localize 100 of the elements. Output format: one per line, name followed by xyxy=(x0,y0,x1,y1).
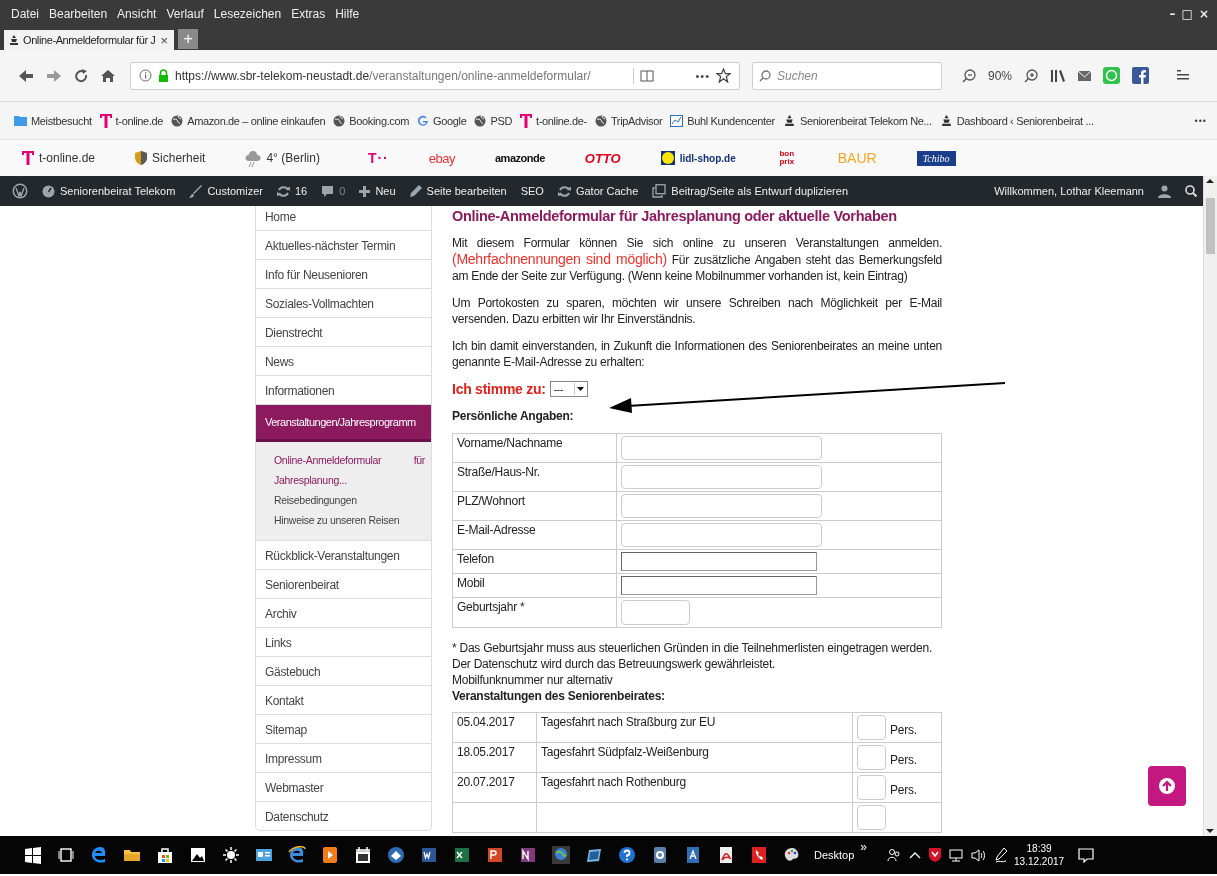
people-icon[interactable] xyxy=(887,848,902,862)
bookmark-link[interactable]: Amazon.de – online einkaufen xyxy=(171,114,326,127)
browser-icon[interactable] xyxy=(287,846,306,864)
calendar-icon[interactable] xyxy=(353,846,372,864)
globe-icon[interactable] xyxy=(551,846,570,864)
presentation-icon[interactable] xyxy=(485,846,504,864)
notification-icon[interactable] xyxy=(1078,847,1095,863)
browser-icon[interactable] xyxy=(89,846,108,864)
menu-item[interactable]: Hilfe xyxy=(330,7,365,21)
shield-icon[interactable] xyxy=(929,848,942,862)
menu-item[interactable]: Datei xyxy=(6,7,44,21)
submenu-link[interactable]: Reisebedingungen xyxy=(274,490,401,510)
spreadsheet-icon[interactable] xyxy=(452,846,471,864)
quick-link[interactable]: amazonde xyxy=(495,152,545,164)
bookmark-link[interactable]: Google xyxy=(417,114,467,127)
quick-link[interactable]: OTTO xyxy=(584,150,621,166)
search-icon[interactable] xyxy=(1185,185,1197,197)
menu-link[interactable]: Info für Neusenioren xyxy=(256,260,431,289)
library-icon[interactable] xyxy=(1050,68,1067,83)
bookmark-link[interactable]: TripAdvisor xyxy=(594,114,663,127)
forward-icon[interactable] xyxy=(46,68,62,83)
menu-link[interactable]: Datenschutz xyxy=(256,802,431,830)
admin-bar-link[interactable]: 0 xyxy=(321,184,346,198)
consent-dropdown[interactable]: --- xyxy=(549,381,588,397)
task-view-icon[interactable] xyxy=(56,846,75,864)
menu-link[interactable]: Webmaster xyxy=(256,773,431,802)
menu-link[interactable]: Gästebuch xyxy=(256,657,431,686)
bookmark-link[interactable]: t-online.de xyxy=(99,113,164,128)
menu-link[interactable]: Dienstrecht xyxy=(256,318,431,347)
quick-link[interactable]: bon prix xyxy=(775,150,798,166)
phone-icon[interactable] xyxy=(749,846,768,864)
media-player-icon[interactable] xyxy=(320,846,339,864)
menu-link[interactable]: News xyxy=(256,347,431,376)
admin-bar-link[interactable]: Seite bearbeiten xyxy=(409,185,507,197)
menu-item[interactable]: Lesezeichen xyxy=(208,7,287,21)
network-icon[interactable] xyxy=(949,848,964,862)
count-field[interactable] xyxy=(857,775,886,800)
search-field[interactable]: Suchen xyxy=(752,61,942,90)
admin-bar-link[interactable]: Neu xyxy=(359,185,396,197)
menu-item[interactable]: Ansicht xyxy=(112,7,162,21)
toolbar-expand-button[interactable]: » xyxy=(860,840,868,854)
menu-link[interactable]: Sitemap xyxy=(256,715,431,744)
bookmark-link[interactable]: PSD xyxy=(474,114,513,127)
bookmark-link[interactable]: Buhl Kundencenter xyxy=(670,114,775,127)
quick-link[interactable]: 4° (Berlin) xyxy=(245,149,320,167)
menu-link[interactable]: Kontakt xyxy=(256,686,431,715)
bookmark-link[interactable]: Booking.com xyxy=(333,114,410,127)
address-field[interactable]: https://www.sbr-telekom-neustadt.de/veranstaltungen/online-anmeldeformular/ ••• xyxy=(130,61,740,90)
quick-link[interactable]: lidl-shop.de xyxy=(660,151,736,165)
user-icon[interactable] xyxy=(1158,184,1171,198)
chevron-up-icon[interactable] xyxy=(909,851,922,859)
help-icon[interactable] xyxy=(617,846,636,864)
input-field[interactable] xyxy=(621,576,817,595)
facebook-icon[interactable] xyxy=(1132,67,1150,84)
count-field[interactable] xyxy=(857,715,886,740)
menu-link[interactable]: Rückblick-Veranstaltungen xyxy=(256,541,431,570)
menu-link[interactable]: Links xyxy=(256,628,431,657)
sun-icon[interactable] xyxy=(221,846,240,864)
quick-link[interactable]: Sicherheit xyxy=(135,151,206,165)
menu-link[interactable]: Home xyxy=(256,206,431,231)
admin-bar-link[interactable]: Beitrag/Seite als Entwurf duplizieren xyxy=(652,184,848,198)
word-document-icon[interactable] xyxy=(419,846,438,864)
admin-bar-link[interactable]: Customizer xyxy=(189,184,263,198)
submenu-link[interactable]: Hinweise zu unseren Reisen xyxy=(274,510,401,530)
menu-link[interactable]: Veranstaltungen/Jahresprogramm xyxy=(256,405,431,442)
clock[interactable]: 18:39 13.12.2017 xyxy=(1014,842,1065,868)
image-icon[interactable] xyxy=(188,846,207,864)
close-tab-button[interactable]: × xyxy=(158,32,171,48)
admin-bar-link[interactable]: SEO xyxy=(520,185,544,197)
mail-icon[interactable] xyxy=(1078,70,1092,81)
contact-card-icon[interactable] xyxy=(254,846,273,864)
greeting-link[interactable]: Willkommen, Lothar Kleemann xyxy=(994,185,1144,197)
lock-icon[interactable] xyxy=(158,69,169,82)
zoom-in-icon[interactable] xyxy=(1024,68,1039,83)
minimize-button[interactable]: – xyxy=(1167,7,1178,21)
menu-link[interactable]: Archiv xyxy=(256,599,431,628)
menu-link[interactable]: Soziales-Vollmachten xyxy=(256,289,431,318)
bookmark-link[interactable]: Meistbesucht xyxy=(14,114,92,127)
windows-icon[interactable] xyxy=(23,846,42,864)
zoom-out-icon[interactable] xyxy=(962,68,976,83)
count-field[interactable] xyxy=(857,745,886,770)
tablet-icon[interactable] xyxy=(584,846,603,864)
notebook-icon[interactable] xyxy=(518,846,537,864)
quick-link[interactable]: ebay xyxy=(428,150,455,166)
reader-view-icon[interactable] xyxy=(639,69,654,82)
scroll-to-top-button[interactable] xyxy=(1148,766,1186,806)
pen-icon[interactable] xyxy=(994,847,1009,863)
home-icon[interactable] xyxy=(100,68,116,83)
store-icon[interactable] xyxy=(155,846,174,864)
info-icon[interactable] xyxy=(139,69,152,82)
menu-item[interactable]: Extras xyxy=(286,7,331,21)
bookmark-link[interactable]: Seniorenbeirat Telekom Ne... xyxy=(782,114,932,127)
page-actions-button[interactable]: ••• xyxy=(695,69,710,82)
browser-tab[interactable]: Online-Anmeldeformular für J × xyxy=(4,30,175,50)
palette-icon[interactable] xyxy=(782,846,801,864)
restore-button[interactable]: □ xyxy=(1179,7,1195,21)
input-field[interactable] xyxy=(621,552,817,571)
menu-item[interactable]: Bearbeiten xyxy=(44,7,113,21)
quick-link[interactable]: Tchibo xyxy=(916,150,956,166)
more-bookmarks-button[interactable]: ••• xyxy=(1194,115,1207,126)
